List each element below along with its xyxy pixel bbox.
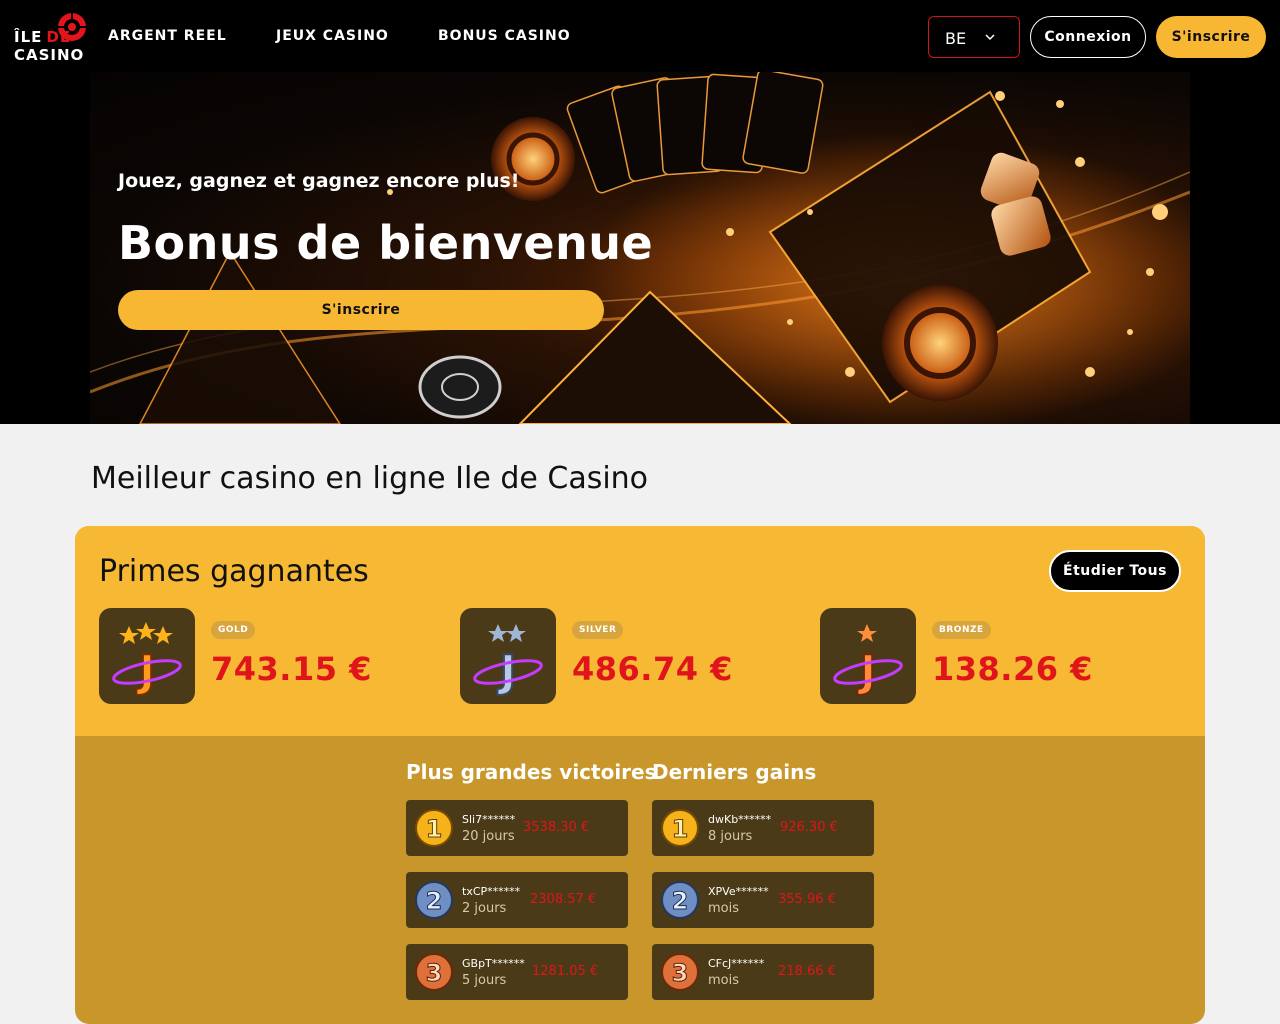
win-amount: 355.96 € [778, 892, 836, 907]
explore-all-button[interactable]: Étudier Tous [1049, 550, 1181, 592]
prize-tier-silver: J SILVER 486.74 € [460, 608, 800, 704]
nav-argent-reel[interactable]: ARGENT REEL [108, 28, 227, 44]
win-time: 20 jours [462, 829, 515, 844]
biggest-win-row: 2 txCP****** 2 jours 2308.57 € [406, 872, 628, 928]
hero-subtitle: Jouez, gagnez et gagnez encore plus! [118, 170, 520, 192]
win-amount: 1281.05 € [532, 964, 599, 979]
nav-bonus-casino[interactable]: BONUS CASINO [438, 28, 571, 44]
win-amount: 926.30 € [780, 820, 838, 835]
win-amount: 218.66 € [778, 964, 836, 979]
biggest-wins-title: Plus grandes victoires [406, 760, 657, 784]
jackpot-bronze-icon: J [820, 608, 916, 704]
prizes-title: Primes gagnantes [99, 554, 369, 589]
winner-username: txCP****** [462, 885, 521, 898]
win-time: 2 jours [462, 901, 507, 916]
tier-amount-gold: 743.15 € [211, 650, 372, 688]
svg-text:3: 3 [426, 959, 443, 987]
biggest-win-row: 1 Sli7****** 20 jours 3538.30 € [406, 800, 628, 856]
win-time: 8 jours [708, 829, 753, 844]
svg-text:2: 2 [426, 887, 443, 915]
medal-3-icon: 3 [661, 953, 699, 991]
svg-text:J: J [497, 646, 516, 697]
tier-badge-gold: GOLD [211, 621, 256, 639]
login-button[interactable]: Connexion [1030, 16, 1146, 58]
site-logo[interactable]: ÎLE DE CASINO [14, 12, 90, 64]
nav-jeux-casino[interactable]: JEUX CASINO [276, 28, 389, 44]
medal-2-icon: 2 [661, 881, 699, 919]
tier-badge-bronze: BRONZE [932, 621, 991, 639]
section-title: Meilleur casino en ligne Ile de Casino [91, 461, 649, 496]
tier-amount-bronze: 138.26 € [932, 650, 1093, 688]
medal-1-icon: 1 [661, 809, 699, 847]
prizes-panel: Primes gagnantes Étudier Tous J GOLD 743… [75, 526, 1205, 1024]
hero-signup-button[interactable]: S'inscrire [118, 290, 604, 330]
prize-tier-bronze: J BRONZE 138.26 € [820, 608, 1160, 704]
win-time: mois [708, 901, 740, 916]
win-time: 5 jours [462, 973, 507, 988]
latest-win-row: 2 XPVe****** mois 355.96 € [652, 872, 874, 928]
winner-username: dwKb****** [708, 813, 772, 826]
signup-button-header[interactable]: S'inscrire [1156, 16, 1266, 58]
medal-2-icon: 2 [415, 881, 453, 919]
win-time: mois [708, 973, 740, 988]
biggest-win-row: 3 GBpT****** 5 jours 1281.05 € [406, 944, 628, 1000]
winner-username: GBpT****** [462, 957, 525, 970]
top-header: ÎLE DE CASINO ARGENT REEL JEUX CASINO BON… [0, 0, 1280, 72]
latest-wins-title: Derniers gains [652, 760, 817, 784]
hero-title: Bonus de bienvenue [118, 216, 654, 270]
svg-text:2: 2 [672, 887, 689, 915]
svg-text:J: J [857, 646, 876, 697]
winner-username: Sli7****** [462, 813, 516, 826]
jackpot-silver-icon: J [460, 608, 556, 704]
latest-win-row: 1 dwKb****** 8 jours 926.30 € [652, 800, 874, 856]
winner-username: XPVe****** [708, 885, 769, 898]
logo-text-de: DE [46, 28, 72, 46]
win-amount: 2308.57 € [530, 892, 597, 907]
language-select[interactable]: BE [928, 16, 1020, 58]
svg-text:J: J [136, 646, 155, 697]
prize-tier-gold: J GOLD 743.15 € [99, 608, 439, 704]
medal-1-icon: 1 [415, 809, 453, 847]
chevron-down-icon [985, 34, 995, 41]
language-value: BE [945, 29, 967, 48]
winner-username: CFcJ****** [708, 957, 765, 970]
logo-text-ile: ÎLE [14, 28, 43, 46]
jackpot-gold-icon: J [99, 608, 195, 704]
win-amount: 3538.30 € [523, 820, 590, 835]
tier-badge-silver: SILVER [572, 621, 624, 639]
svg-text:1: 1 [672, 815, 689, 843]
latest-win-row: 3 CFcJ****** mois 218.66 € [652, 944, 874, 1000]
tier-amount-silver: 486.74 € [572, 650, 733, 688]
hero-banner: Jouez, gagnez et gagnez encore plus! Bon… [90, 72, 1190, 424]
prizes-panel-top: Primes gagnantes Étudier Tous J GOLD 743… [75, 526, 1205, 736]
svg-text:3: 3 [672, 959, 689, 987]
svg-text:1: 1 [426, 815, 443, 843]
medal-3-icon: 3 [415, 953, 453, 991]
logo-text-casino: CASINO [14, 46, 85, 64]
